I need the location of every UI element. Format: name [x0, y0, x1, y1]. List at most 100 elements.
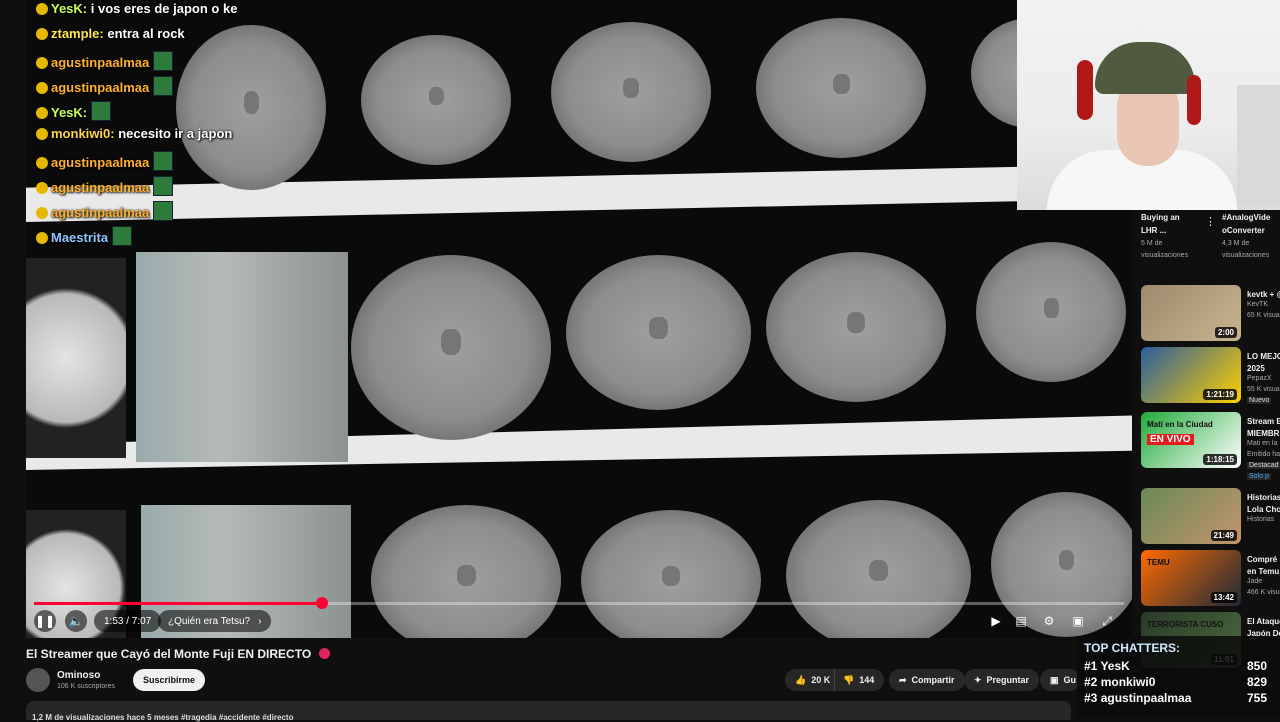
ask-label: Preguntar	[986, 675, 1030, 685]
dislike-count: 144	[859, 675, 875, 685]
recommendation-title[interactable]: kevtk + @	[1247, 289, 1280, 301]
more-vert-icon[interactable]: ⋮	[1205, 215, 1216, 228]
chat-text: necesito ir a japon	[114, 126, 233, 141]
dislike-button[interactable]: 👎 144	[834, 669, 885, 691]
ask-button[interactable]: ✦ Preguntar	[964, 669, 1040, 691]
recommendation-title[interactable]: en Temu	[1247, 566, 1279, 578]
recommendation-thumbnail[interactable]: 1:21:19	[1141, 347, 1241, 403]
recommendation-channel[interactable]: Historias	[1247, 516, 1274, 523]
chat-message: YesK: i vos eres de japon o ke	[36, 1, 237, 16]
recommendation-views: 65 K visual	[1247, 312, 1280, 319]
chat-emote-icon	[153, 201, 174, 221]
recommendation-title[interactable]: Historias	[1247, 492, 1280, 504]
red-circle-emoji	[318, 648, 330, 659]
recommendation-title[interactable]: Stream E	[1247, 416, 1280, 428]
chat-username: agustinpaalmaa	[51, 80, 150, 95]
chat-badge-icon	[36, 232, 48, 244]
miniplayer-button[interactable]: ▣	[1067, 610, 1089, 632]
settings-button[interactable]: ⚙	[1038, 610, 1060, 632]
ct-scan-image	[551, 22, 711, 162]
recommendation-thumbnail[interactable]: 21:49	[1141, 488, 1241, 544]
short-title[interactable]: LHR ...	[1141, 225, 1166, 237]
description-box[interactable]: 1,2 M de visualizaciones hace 5 meses #t…	[26, 701, 1071, 722]
chat-emote-icon	[91, 101, 112, 121]
chat-badge-icon	[36, 57, 48, 69]
chat-text: i vos eres de japon o ke	[87, 1, 238, 16]
recommendation-title[interactable]: MIEMBR	[1247, 428, 1279, 440]
subscriber-count: 106 K suscriptores	[57, 683, 115, 690]
recommendation-channel[interactable]: Mati en la	[1247, 440, 1277, 447]
subtitles-button[interactable]: ▤	[1010, 610, 1032, 632]
video-info: 1,2 M de visualizaciones hace 5 meses #t…	[32, 713, 294, 722]
video-duration: 1:21:19	[1203, 389, 1237, 400]
thumbnail-caption: Mati en la Ciudad	[1147, 420, 1213, 429]
channel-avatar[interactable]	[26, 668, 50, 692]
channel-name[interactable]: Ominoso	[57, 670, 100, 681]
chat-username: ztample:	[51, 26, 104, 41]
top-chatters-heading: TOP CHATTERS:	[1084, 641, 1181, 655]
recommendation-title[interactable]: Compré	[1247, 554, 1277, 566]
short-title[interactable]: oConverter	[1222, 225, 1265, 237]
chatter-rank: #3	[1084, 691, 1101, 705]
recommendation-channel[interactable]: PepazX	[1247, 375, 1272, 382]
chat-badge-icon	[36, 3, 48, 15]
recommendation-views: 55 K visua	[1247, 386, 1280, 393]
recommendation-views: 466 K visua	[1247, 589, 1280, 596]
chat-username: agustinpaalmaa	[51, 180, 150, 195]
sparkle-icon: ✦	[974, 674, 982, 685]
thumbnail-caption: TEMU	[1147, 558, 1170, 567]
ct-scan-image	[26, 258, 126, 458]
volume-button[interactable]: 🔈	[65, 610, 87, 632]
recommendation-title[interactable]: El Ataque	[1247, 616, 1280, 628]
video-duration: 1:18:15	[1203, 454, 1237, 465]
chatter-rank: #2	[1084, 675, 1101, 689]
save-button[interactable]: ▣ Gu	[1040, 669, 1081, 691]
short-views: 5 M de	[1141, 240, 1163, 247]
recommendation-channel[interactable]: Jade	[1247, 578, 1262, 585]
recommendation-badge: Destacad	[1247, 462, 1280, 469]
ct-scan-image	[351, 255, 551, 440]
share-button[interactable]: ➦ Compartir	[889, 669, 965, 691]
recommendation-thumbnail[interactable]: Mati en la Ciudad EN VIVO 1:18:15	[1141, 412, 1241, 468]
dislike-icon: 👎	[843, 674, 855, 685]
thumbnail-caption: TERRORISTA CUSO	[1147, 620, 1224, 629]
video-player[interactable]	[26, 0, 1132, 638]
volume-icon: 🔈	[68, 614, 84, 628]
chatter-name: agustinpaalmaa	[1100, 691, 1192, 705]
short-title[interactable]: #AnalogVide	[1222, 212, 1270, 224]
recommendation-thumbnail[interactable]: TEMU 13:42	[1141, 550, 1241, 606]
recommendation-thumbnail[interactable]: 2:00	[1141, 285, 1241, 341]
time-display: 1:53 / 7:07	[94, 610, 162, 632]
play-next-icon: ▶	[991, 614, 1001, 628]
pause-button[interactable]: ❚❚	[34, 610, 56, 632]
chatter-rank: #1	[1084, 659, 1101, 673]
autoplay-toggle[interactable]: ▶	[985, 610, 1007, 632]
short-views: visualizaciones	[1141, 252, 1189, 259]
share-label: Compartir	[911, 675, 955, 685]
miniplayer-icon: ▣	[1072, 614, 1084, 628]
fullscreen-button[interactable]: ⤢	[1096, 610, 1118, 632]
chat-username: monkiwi0:	[51, 126, 115, 141]
pause-icon: ❚❚	[34, 614, 56, 628]
progress-scrubber[interactable]	[315, 597, 328, 609]
recommendation-title[interactable]: LO MEJO	[1247, 351, 1280, 363]
chat-message: agustinpaalmaa	[36, 176, 174, 196]
headphones	[1187, 75, 1201, 125]
short-views: 4,3 M de	[1222, 240, 1250, 247]
fullscreen-icon: ⤢	[1102, 613, 1112, 628]
subscribe-button[interactable]: Suscribirme	[133, 669, 206, 691]
short-title[interactable]: Buying an	[1141, 212, 1180, 224]
chapter-button[interactable]: ¿Quién era Tetsu? ›	[158, 610, 272, 632]
recommendation-title[interactable]: Lola Cho	[1247, 504, 1280, 516]
recommendation-title[interactable]: 2025	[1247, 363, 1265, 375]
ct-scan-image	[786, 500, 971, 638]
ct-scan-image	[976, 242, 1126, 382]
like-button[interactable]: 👍 20 K	[785, 669, 837, 691]
chat-message: YesK:	[36, 101, 112, 121]
chat-message: Maestrita	[36, 226, 133, 246]
settings-icon: ⚙	[1043, 614, 1055, 628]
chat-badge-icon	[36, 82, 48, 94]
recommendation-channel[interactable]: KevTK	[1247, 301, 1268, 308]
ct-scan-image	[581, 510, 761, 638]
video-title: El Streamer que Cayó del Monte Fuji EN D…	[26, 647, 330, 661]
